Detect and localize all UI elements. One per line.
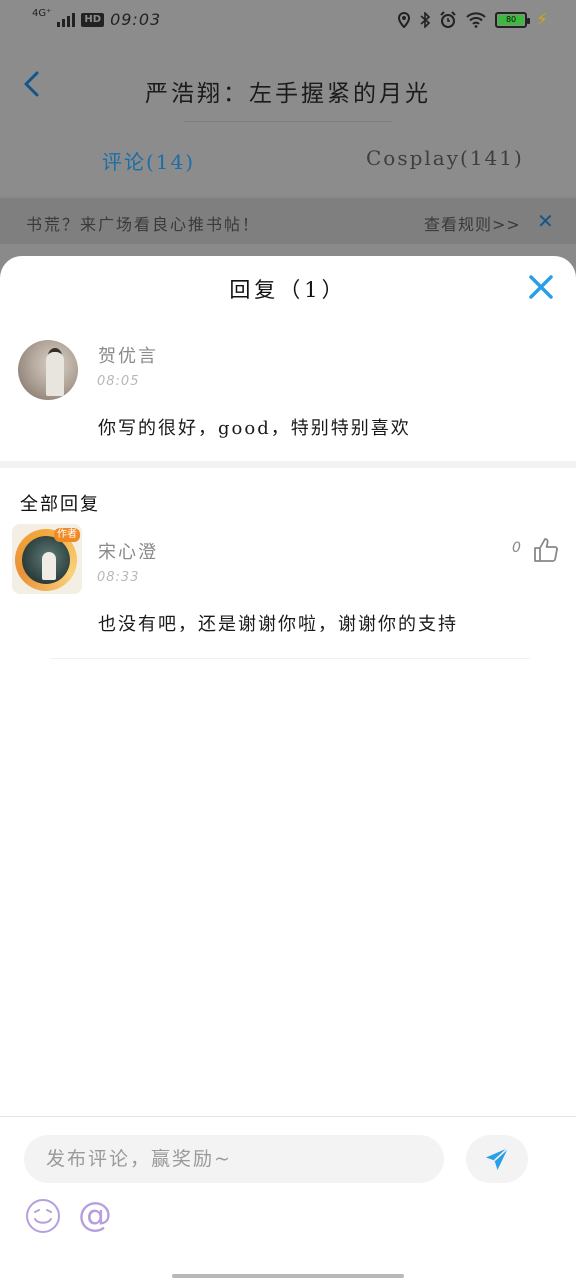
comment-author[interactable]: 贺优言 bbox=[98, 342, 158, 368]
status-bar: 4G⁺ HD 09:03 80 ⚡ bbox=[0, 0, 576, 44]
charging-icon: ⚡ bbox=[536, 10, 548, 30]
reply-divider bbox=[50, 658, 530, 659]
emoji-icon[interactable] bbox=[24, 1197, 62, 1235]
battery-icon: 80 bbox=[495, 12, 531, 28]
all-replies-label: 全部回复 bbox=[20, 494, 100, 515]
mention-button[interactable]: @ bbox=[78, 1195, 112, 1235]
tab-comments[interactable]: 评论(14) bbox=[102, 146, 195, 175]
close-icon[interactable] bbox=[524, 270, 558, 304]
page-title: 严浩翔：左手握紧的月光 bbox=[145, 81, 431, 107]
tab-cosplay[interactable]: Cosplay(141) bbox=[366, 146, 524, 170]
reply-author[interactable]: 宋心澄 bbox=[98, 538, 158, 564]
hd-badge: HD bbox=[81, 12, 105, 27]
bluetooth-icon bbox=[420, 12, 431, 28]
notice-text: 书荒？来广场看良心推书帖！ bbox=[26, 215, 261, 234]
reply-time: 08:33 bbox=[97, 570, 140, 585]
avatar[interactable]: 作者 bbox=[12, 524, 82, 594]
page-header: 严浩翔：左手握紧的月光 bbox=[0, 44, 576, 122]
location-icon bbox=[398, 12, 411, 28]
home-indicator bbox=[172, 1274, 404, 1278]
close-icon[interactable]: ✕ bbox=[537, 209, 554, 233]
signal-icon bbox=[57, 12, 76, 27]
like-count: 0 bbox=[512, 540, 521, 556]
comment-content: 你写的很好，good，特别特别喜欢 bbox=[98, 418, 411, 439]
notice-banner[interactable]: 书荒？来广场看良心推书帖！ 查看规则>> ✕ bbox=[0, 198, 576, 244]
comment-input-bar: @ bbox=[0, 1116, 576, 1280]
send-icon bbox=[486, 1147, 509, 1170]
thumbs-up-icon[interactable] bbox=[532, 536, 560, 564]
tab-bar: 评论(14) Cosplay(141) bbox=[0, 122, 576, 196]
alarm-icon bbox=[440, 11, 456, 28]
wifi-icon bbox=[466, 12, 486, 28]
section-divider bbox=[0, 461, 576, 468]
sheet-title: 回复（1） bbox=[229, 278, 347, 302]
network-type: 4G⁺ bbox=[32, 7, 52, 19]
view-rules-link[interactable]: 查看规则>> bbox=[424, 211, 521, 235]
status-time: 09:03 bbox=[110, 10, 162, 29]
send-button[interactable] bbox=[466, 1135, 528, 1183]
comment-time: 08:05 bbox=[97, 374, 140, 389]
author-badge: 作者 bbox=[54, 528, 80, 542]
avatar[interactable] bbox=[18, 340, 78, 400]
reply-content: 也没有吧，还是谢谢你啦，谢谢你的支持 bbox=[98, 614, 458, 635]
comment-input[interactable] bbox=[24, 1135, 444, 1183]
